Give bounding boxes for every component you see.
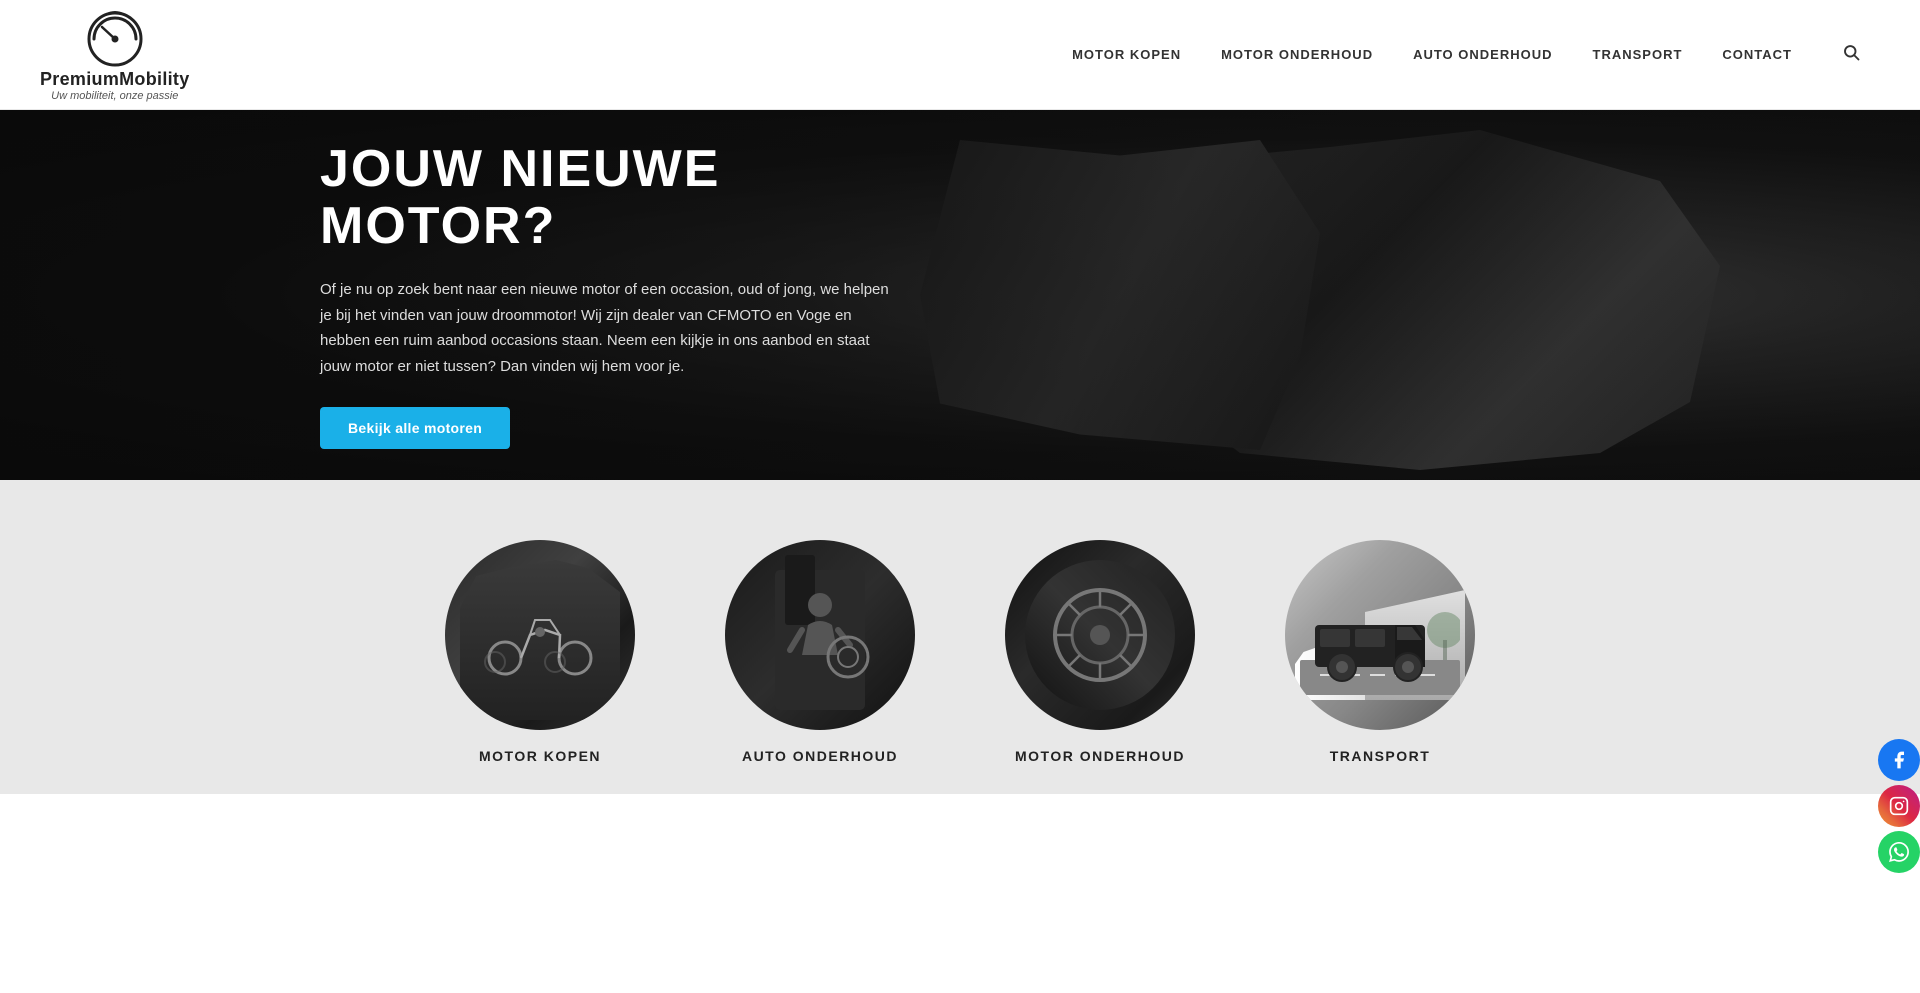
main-nav: MOTOR KOPEN MOTOR ONDERHOUD AUTO ONDERHO… [1072,43,1860,66]
logo-icon [80,7,150,67]
logo-name: PremiumMobility [40,69,190,90]
service-item-motor[interactable]: MOTOR ONDERHOUD [1000,540,1200,764]
nav-contact[interactable]: CONTACT [1722,47,1792,62]
social-bar [1878,739,1920,873]
nav-transport[interactable]: TRANSPORT [1593,47,1683,62]
service-label-auto: AUTO ONDERHOUD [742,748,898,764]
facebook-icon [1889,750,1909,770]
hero-section: JOUW NIEUWE MOTOR? Of je nu op zoek bent… [0,110,1920,480]
facebook-button[interactable] [1878,739,1920,781]
instagram-icon [1889,796,1909,816]
logo-tagline: Uw mobiliteit, onze passie [51,90,178,102]
instagram-button[interactable] [1878,785,1920,827]
service-circle-motorcycles [445,540,635,730]
search-icon [1842,43,1860,61]
nav-auto-onderhoud[interactable]: AUTO ONDERHOUD [1413,47,1552,62]
motorcycles-icon [480,590,600,680]
logo-link[interactable]: PremiumMobility Uw mobiliteit, onze pass… [40,7,190,102]
service-label-motorcycles: MOTOR KOPEN [479,748,601,764]
hero-content: JOUW NIEUWE MOTOR? Of je nu op zoek bent… [0,141,900,449]
services-section: MOTOR KOPEN AUTO ONDERHOUD [0,480,1920,794]
motor-onderhoud-icon [1040,575,1160,695]
hero-body: Of je nu op zoek bent naar een nieuwe mo… [320,277,890,379]
hero-cta-button[interactable]: Bekijk alle motoren [320,407,510,449]
services-grid: MOTOR KOPEN AUTO ONDERHOUD [310,540,1610,764]
transport-icon [1300,575,1460,695]
service-circle-transport [1285,540,1475,730]
service-item-auto[interactable]: AUTO ONDERHOUD [720,540,920,764]
service-circle-motor [1005,540,1195,730]
service-item-transport[interactable]: TRANSPORT [1280,540,1480,764]
service-label-motor: MOTOR ONDERHOUD [1015,748,1185,764]
nav-motor-onderhoud[interactable]: MOTOR ONDERHOUD [1221,47,1373,62]
service-item-motorcycles[interactable]: MOTOR KOPEN [440,540,640,764]
auto-onderhoud-icon [760,575,880,695]
site-header: PremiumMobility Uw mobiliteit, onze pass… [0,0,1920,110]
whatsapp-icon [1889,842,1909,862]
service-label-transport: TRANSPORT [1330,748,1431,764]
search-button[interactable] [1842,43,1860,66]
whatsapp-button[interactable] [1878,831,1920,873]
hero-title: JOUW NIEUWE MOTOR? [320,141,900,255]
service-circle-auto [725,540,915,730]
nav-motor-kopen[interactable]: MOTOR KOPEN [1072,47,1181,62]
